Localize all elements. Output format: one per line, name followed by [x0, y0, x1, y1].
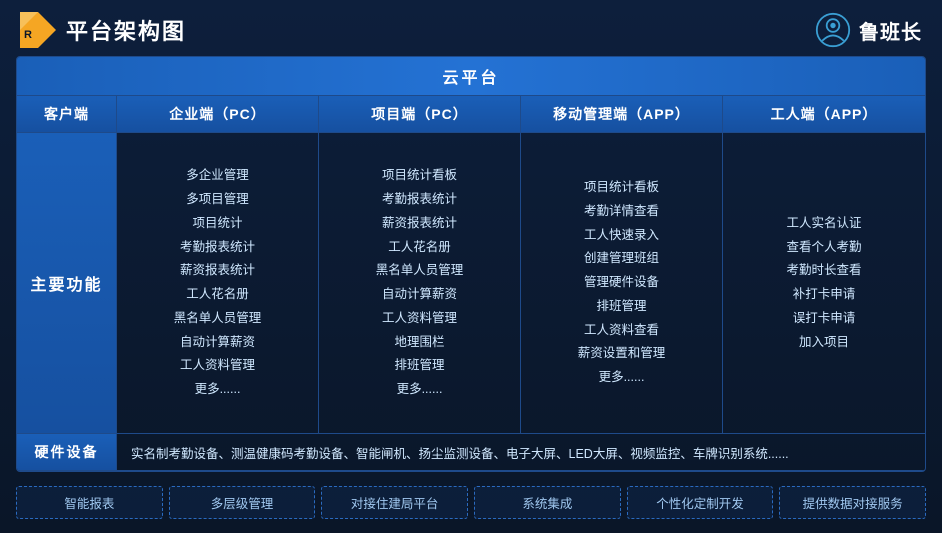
col-header-enterprise: 企业端（PC）	[117, 96, 319, 132]
worker-item: 查看个人考勤	[786, 236, 861, 260]
header-left: R 平台架构图	[20, 12, 186, 48]
mobile-item: 更多......	[599, 366, 645, 390]
brand-logo: 鲁班长	[815, 12, 922, 48]
main-table: 云平台 客户端 企业端（PC） 项目端（PC） 移动管理端（APP） 工人端（A…	[16, 56, 926, 472]
brand-name: 鲁班长	[859, 16, 922, 45]
hardware-row: 硬件设备 实名制考勤设备、测温健康码考勤设备、智能闸机、扬尘监测设备、电子大屏、…	[17, 434, 925, 471]
main-content-row: 主要功能 多企业管理多项目管理项目统计考勤报表统计薪资报表统计工人花名册黑名单人…	[17, 133, 925, 434]
enterprise-item: 工人资料管理	[180, 354, 255, 378]
col-header-mobile: 移动管理端（APP）	[521, 96, 723, 132]
project-item: 更多......	[397, 378, 443, 402]
worker-item: 考勤时长查看	[786, 259, 861, 283]
col-header-project: 项目端（PC）	[319, 96, 521, 132]
svg-text:R: R	[24, 29, 32, 41]
column-headers: 客户端 企业端（PC） 项目端（PC） 移动管理端（APP） 工人端（APP）	[17, 96, 925, 133]
enterprise-item: 多项目管理	[186, 188, 249, 212]
logo-icon: R	[20, 12, 56, 48]
cloud-label: 云平台	[442, 70, 499, 87]
project-item: 考勤报表统计	[382, 188, 457, 212]
enterprise-item: 自动计算薪资	[180, 331, 255, 355]
enterprise-item: 考勤报表统计	[180, 236, 255, 260]
project-item: 工人资料管理	[382, 307, 457, 331]
mobile-item: 考勤详情查看	[584, 200, 659, 224]
header: R 平台架构图 鲁班长	[16, 12, 926, 48]
feature-item: 多层级管理	[169, 486, 316, 519]
mobile-item: 创建管理班组	[584, 247, 659, 271]
enterprise-item: 更多......	[195, 378, 241, 402]
mobile-item: 排班管理	[596, 295, 646, 319]
project-item: 黑名单人员管理	[376, 259, 464, 283]
project-item: 项目统计看板	[382, 164, 457, 188]
enterprise-item: 项目统计	[192, 212, 242, 236]
feature-item: 个性化定制开发	[627, 486, 774, 519]
brand-icon	[815, 12, 851, 48]
page-wrapper: R 平台架构图 鲁班长 云平台 客户端 企业端（PC） 项目端（PC） 移动管理…	[0, 0, 942, 533]
project-item: 薪资报表统计	[382, 212, 457, 236]
feature-item: 对接住建局平台	[321, 486, 468, 519]
mobile-item: 工人资料查看	[584, 319, 659, 343]
main-function-label: 主要功能	[17, 133, 117, 433]
feature-item: 提供数据对接服务	[779, 486, 926, 519]
worker-cell: 工人实名认证查看个人考勤考勤时长查看补打卡申请误打卡申请加入项目	[723, 133, 925, 433]
col-header-worker: 工人端（APP）	[723, 96, 925, 132]
worker-item: 补打卡申请	[793, 283, 856, 307]
feature-item: 智能报表	[16, 486, 163, 519]
mobile-item: 管理硬件设备	[584, 271, 659, 295]
enterprise-item: 薪资报表统计	[180, 259, 255, 283]
project-item: 工人花名册	[388, 236, 451, 260]
worker-item: 加入项目	[799, 331, 849, 355]
cloud-platform-row: 云平台	[17, 57, 925, 96]
enterprise-item: 黑名单人员管理	[174, 307, 262, 331]
worker-item: 误打卡申请	[793, 307, 856, 331]
mobile-item: 工人快速录入	[584, 224, 659, 248]
project-cell: 项目统计看板考勤报表统计薪资报表统计工人花名册黑名单人员管理自动计算薪资工人资料…	[319, 133, 521, 433]
enterprise-item: 工人花名册	[186, 283, 249, 307]
worker-item: 工人实名认证	[786, 212, 861, 236]
col-header-client: 客户端	[17, 96, 117, 132]
project-item: 排班管理	[394, 354, 444, 378]
feature-item: 系统集成	[474, 486, 621, 519]
mobile-item: 薪资设置和管理	[578, 342, 666, 366]
page-title: 平台架构图	[66, 14, 186, 46]
project-item: 地理围栏	[394, 331, 444, 355]
enterprise-cell: 多企业管理多项目管理项目统计考勤报表统计薪资报表统计工人花名册黑名单人员管理自动…	[117, 133, 319, 433]
hardware-label: 硬件设备	[17, 434, 117, 470]
enterprise-item: 多企业管理	[186, 164, 249, 188]
mobile-item: 项目统计看板	[584, 176, 659, 200]
project-item: 自动计算薪资	[382, 283, 457, 307]
hardware-content: 实名制考勤设备、测温健康码考勤设备、智能闸机、扬尘监测设备、电子大屏、LED大屏…	[117, 434, 925, 470]
mobile-cell: 项目统计看板考勤详情查看工人快速录入创建管理班组管理硬件设备排班管理工人资料查看…	[521, 133, 723, 433]
features-row: 智能报表多层级管理对接住建局平台系统集成个性化定制开发提供数据对接服务	[16, 480, 926, 521]
